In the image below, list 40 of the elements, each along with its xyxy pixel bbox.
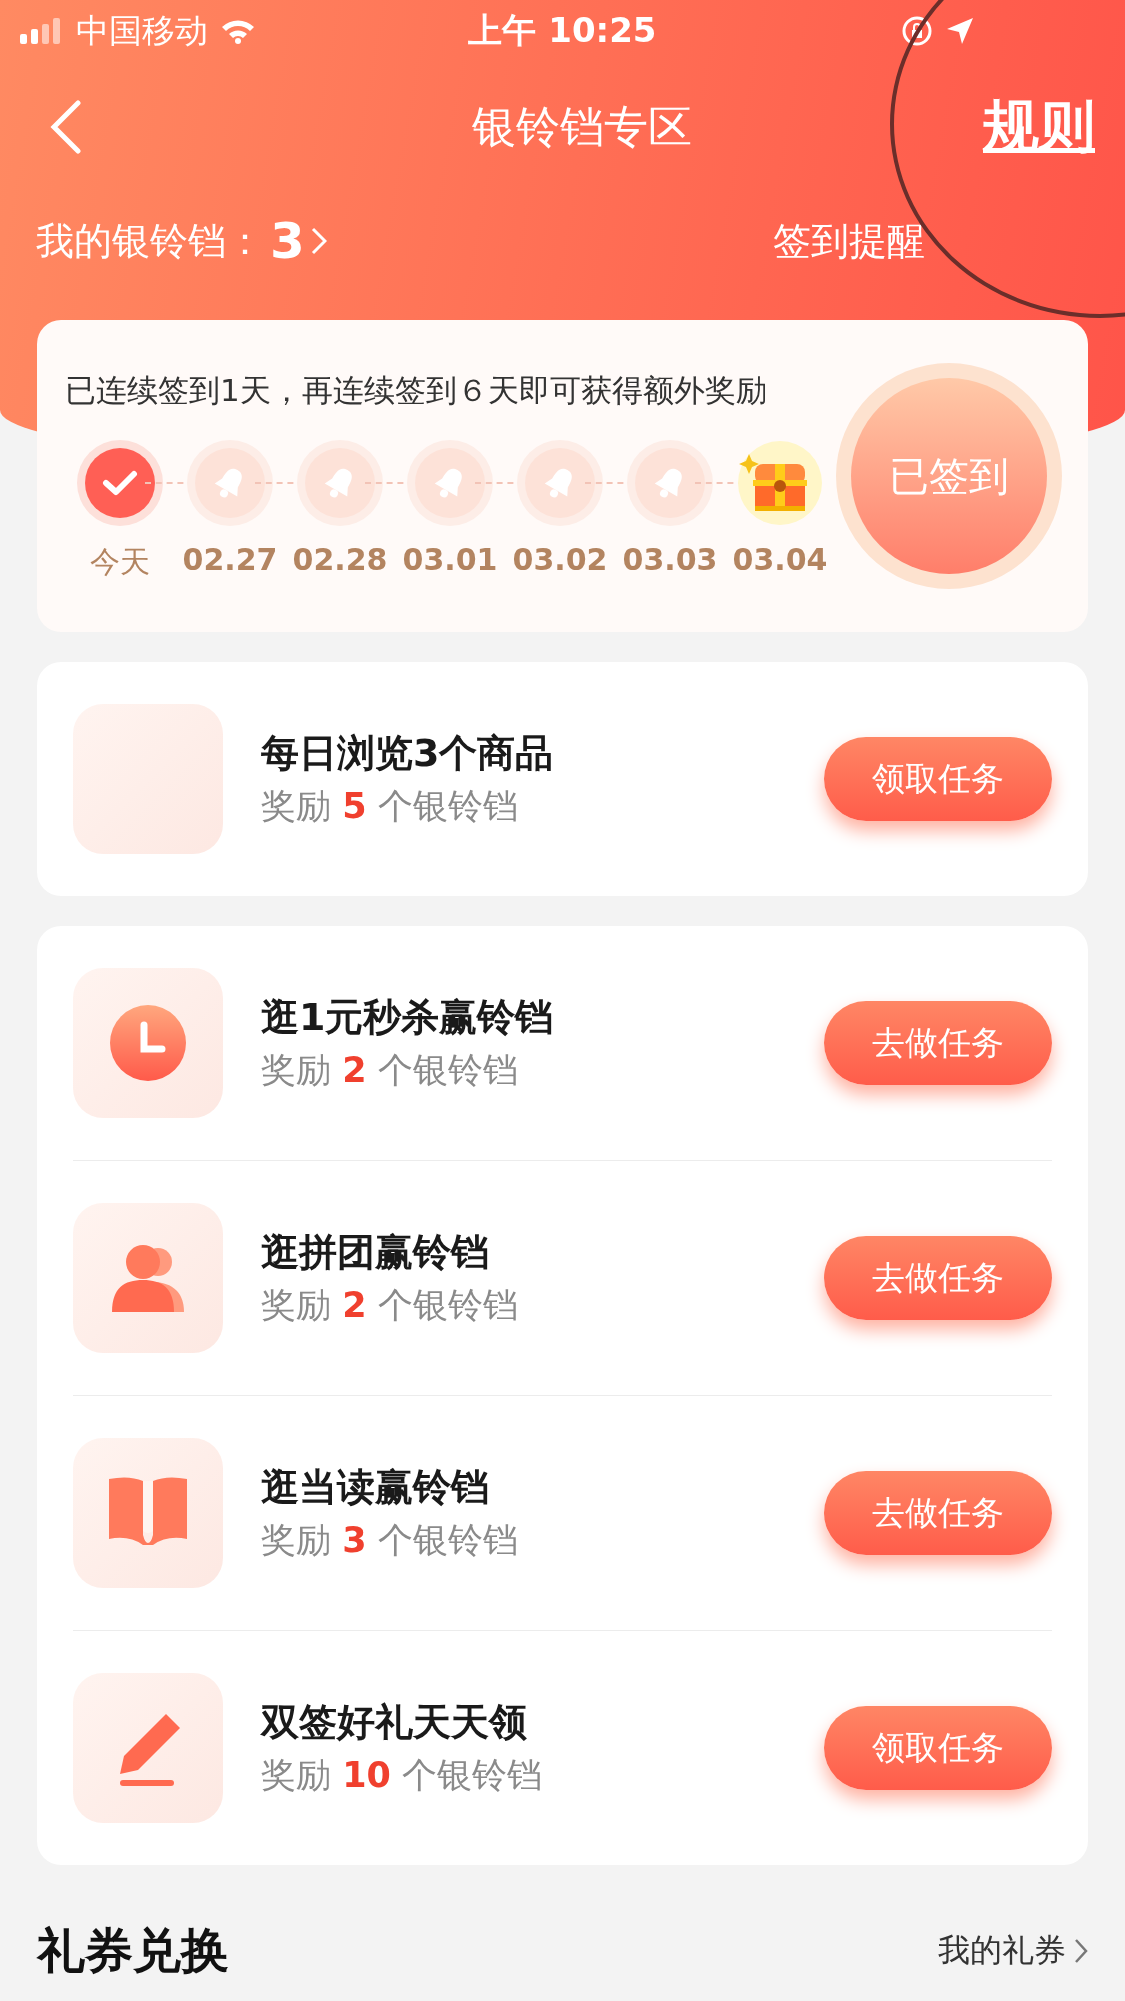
day-label: 02.28 (292, 541, 388, 577)
page-title: 银铃铛专区 (470, 99, 693, 154)
my-coupons-link[interactable]: 我的礼券 (938, 1929, 1088, 1973)
task-button[interactable]: 去做任务 (824, 1001, 1052, 1085)
clock-icon (108, 1003, 188, 1083)
day-label: 03.02 (512, 541, 608, 577)
task-title: 逛1元秒杀赢铃铛 (261, 994, 555, 1041)
task-title: 逛拼团赢铃铛 (261, 1229, 490, 1276)
task-button[interactable]: 去做任务 (824, 1236, 1052, 1320)
checkin-message: 已连续签到1天，再连续签到６天即可获得额外奖励 (65, 370, 768, 410)
rotation-lock-icon (901, 15, 933, 47)
task-title: 逛当读赢铃铛 (261, 1464, 490, 1511)
day-label: 03.04 (732, 541, 828, 577)
task-reward: 奖励 3 个银铃铛 (261, 1519, 519, 1562)
rules-link[interactable]: 规则 (983, 89, 1095, 165)
day-label: 今天 (90, 542, 150, 581)
day-label: 03.01 (402, 541, 498, 577)
task-reward: 奖励 2 个银铃铛 (261, 1284, 519, 1327)
chevron-icon (1074, 1938, 1088, 1964)
back-icon (50, 100, 82, 154)
location-icon (945, 16, 975, 46)
task-button[interactable]: 领取任务 (824, 1706, 1052, 1790)
day-label: 02.27 (182, 541, 278, 577)
task-reward: 奖励 10 个银铃铛 (261, 1754, 543, 1797)
task-button[interactable]: 领取任务 (824, 737, 1052, 821)
my-bells-link[interactable]: 我的银铃铛：3 (36, 212, 327, 270)
task-title: 双签好礼天天领 (261, 1699, 528, 1746)
carrier-name: 中国移动 (76, 9, 208, 52)
wifi-icon (220, 18, 256, 44)
reminder-link[interactable]: 签到提醒 (773, 215, 925, 267)
back-button[interactable] (50, 100, 82, 154)
task-title: 每日浏览3个商品 (261, 730, 555, 777)
day-label: 03.03 (622, 541, 718, 577)
task-reward: 奖励 5 个银铃铛 (261, 785, 519, 828)
section-title: 礼券兑换 (37, 1921, 229, 1980)
checkin-button[interactable]: 已签到 (851, 378, 1047, 574)
task-reward: 奖励 2 个银铃铛 (261, 1049, 519, 1092)
task-button[interactable]: 去做任务 (824, 1471, 1052, 1555)
chevron-icon (310, 227, 327, 255)
status-time: 上午 10:25 (468, 9, 657, 52)
